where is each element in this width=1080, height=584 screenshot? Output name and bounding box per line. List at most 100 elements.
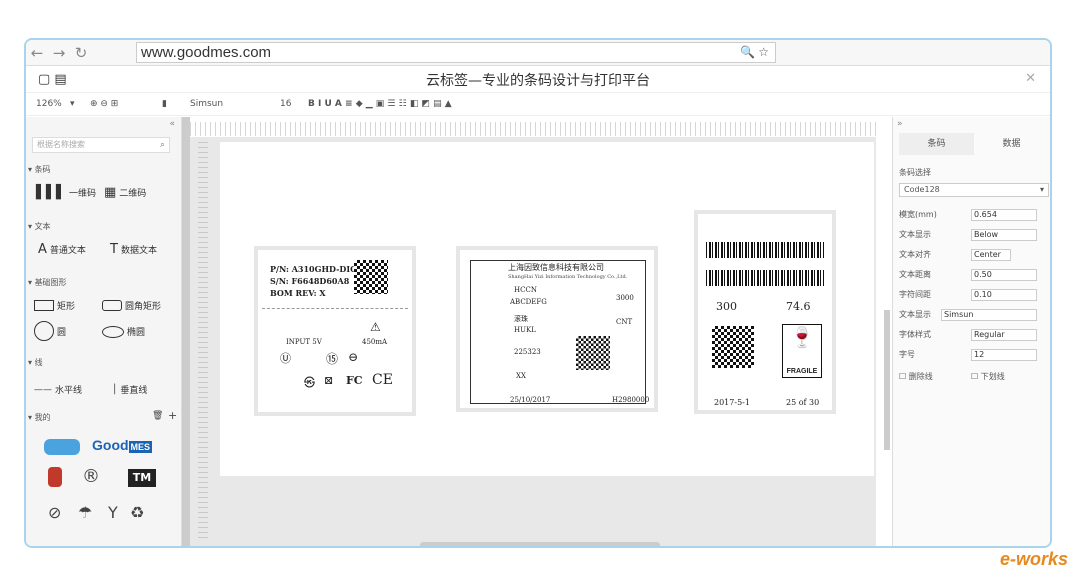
underline-checkbox[interactable]: ☐ 下划线 xyxy=(971,371,1005,382)
item-data-text[interactable]: T 数据文本 xyxy=(110,242,157,257)
format-icons[interactable]: B I U A ≡ ◆ ▁ ▣ ☰ ☷ ◧ ◩ ▤ ▲ xyxy=(308,99,452,109)
cmd: XX xyxy=(516,372,526,380)
trademark-icon[interactable]: TM xyxy=(128,469,156,487)
item-label: 圆角矩形 xyxy=(125,302,162,312)
collapse-right-icon[interactable]: » xyxy=(897,119,903,129)
item-round-rect[interactable]: 圆角矩形 xyxy=(102,299,161,312)
forward-icon[interactable]: → xyxy=(48,44,70,62)
collapse-left-icon[interactable]: « xyxy=(169,119,175,129)
save-icon[interactable]: ▢ ▤ xyxy=(38,72,67,87)
label-logistics[interactable]: 上海因致信息科技有限公司 ShangHai Yizi Information T… xyxy=(456,246,658,412)
pn-text: P/N: A310GHD-DIO xyxy=(270,264,358,274)
current-text: 450mA xyxy=(362,338,388,346)
prop-select[interactable]: 12 xyxy=(971,349,1037,361)
label-shipping[interactable]: 300 74.6 🍷 FRAGILE 2017-5-1 25 of 30 xyxy=(694,210,836,414)
delete-icon[interactable]: ▮ xyxy=(162,99,167,109)
item-ellipse[interactable]: 椭圆 xyxy=(102,325,145,338)
qty: 300 xyxy=(716,300,737,313)
umbrella-icon[interactable]: ☂ xyxy=(78,503,92,522)
prop-row: 字体样式 Regular xyxy=(899,329,1049,343)
eworks-logo: e-works xyxy=(999,549,1068,569)
ruler-left xyxy=(198,140,208,538)
prop-select[interactable]: Regular xyxy=(971,329,1037,341)
weight: 74.6 xyxy=(786,300,811,313)
item-circle[interactable]: 圆 xyxy=(34,321,66,341)
barcode-1 xyxy=(706,242,824,258)
zoom-select[interactable]: 126% xyxy=(36,99,62,109)
prop-label: 文本对齐 xyxy=(899,250,931,259)
ground-icon: ⊖ xyxy=(348,350,359,364)
close-icon[interactable]: ✕ xyxy=(1025,71,1036,86)
seal-icon[interactable] xyxy=(48,467,62,487)
copyright-icon[interactable]: ⊘ xyxy=(48,503,61,522)
section-mine[interactable]: ▾ 我的 xyxy=(28,412,51,423)
fragile-box: 🍷 FRAGILE xyxy=(782,324,822,378)
prop-input[interactable]: 0.50 xyxy=(971,269,1037,281)
fc-icon: FC xyxy=(346,374,363,387)
search-icon[interactable]: ⌕ xyxy=(160,138,165,152)
item-barcode-1d[interactable]: ▌▌▌ 一维码 xyxy=(36,185,96,200)
right-scrollbar[interactable] xyxy=(884,310,890,450)
goodmes-logo-icon[interactable]: Good MES xyxy=(92,437,153,453)
reload-icon[interactable]: ↻ xyxy=(70,44,92,62)
toolbar: 126% ▾ ⊕ ⊖ ⊞ ▮ Simsun 16 B I U A ≡ ◆ ▁ ▣… xyxy=(26,94,1050,116)
cloud-logo-icon[interactable] xyxy=(44,439,80,455)
section-barcode[interactable]: ▾ 条码 xyxy=(28,164,51,175)
count: 25 of 30 xyxy=(786,398,820,407)
item-hline[interactable]: —— 水平线 xyxy=(34,383,82,397)
round-rect-icon xyxy=(102,300,122,311)
qrcode-icon: ▦ xyxy=(104,185,117,200)
vline-icon: │ xyxy=(112,384,118,395)
left-scrollbar[interactable] xyxy=(182,117,190,546)
prop-label: 字号 xyxy=(899,350,915,359)
zoom-in-icon[interactable]: ⊕ ⊖ ⊞ xyxy=(90,99,118,109)
back-icon[interactable]: ← xyxy=(26,44,48,62)
item-rect[interactable]: 矩形 xyxy=(34,299,75,312)
prop-select[interactable]: Below xyxy=(971,229,1037,241)
prop-select[interactable]: Simsun xyxy=(941,309,1037,321)
ellipse-icon xyxy=(102,325,124,338)
supplier: CNT xyxy=(616,318,633,326)
pack-qty: 3000 xyxy=(616,294,634,302)
separator xyxy=(262,308,408,309)
section-text-label: 文本 xyxy=(34,222,51,231)
prop-label: 文本距离 xyxy=(899,270,931,279)
prop-label: 文本显示 xyxy=(899,310,931,319)
zoom-dropdown-icon[interactable]: ▾ xyxy=(70,99,75,109)
strike-checkbox[interactable]: ☐ 删除线 xyxy=(899,371,933,382)
font-size-select[interactable]: 16 xyxy=(280,99,291,109)
item-barcode-2d[interactable]: ▦ 二维码 xyxy=(104,185,146,200)
section-lines-label: 线 xyxy=(34,358,43,367)
horizontal-scrollbar[interactable] xyxy=(420,542,660,546)
zoom-star-icons[interactable]: 🔍 ☆ xyxy=(740,43,769,62)
prop-input[interactable]: 0.10 xyxy=(971,289,1037,301)
barcode-type-select[interactable]: Code128 ▾ xyxy=(899,183,1049,197)
search-input[interactable]: 根据名称搜索 ⌕ xyxy=(32,137,170,153)
properties-tabs: 条码 数据 xyxy=(899,133,1049,155)
item-label: 垂直线 xyxy=(120,386,148,396)
section-shapes-label: 基础图形 xyxy=(34,278,67,287)
url-input[interactable]: www.goodmes.com 🔍 ☆ xyxy=(136,42,776,63)
add-icon[interactable]: + xyxy=(168,409,177,422)
glass-icon[interactable]: Y xyxy=(108,503,118,522)
label-canvas[interactable]: P/N: A310GHD-DIO S/N: F6648D60A8 BOM REV… xyxy=(220,142,874,476)
section-shapes[interactable]: ▾ 基础图形 xyxy=(28,277,67,288)
lot: H2980000 xyxy=(612,396,650,404)
prop-label: 模宽(mm) xyxy=(899,210,937,219)
left-panel: « 根据名称搜索 ⌕ ▾ 条码 ▌▌▌ 一维码 ▦ 二维码 ▾ 文本 A 普通文本 T… xyxy=(26,117,182,546)
tab-data[interactable]: 数据 xyxy=(974,133,1049,155)
prop-input[interactable]: 0.654 xyxy=(971,209,1037,221)
label-electronic[interactable]: P/N: A310GHD-DIO S/N: F6648D60A8 BOM REV… xyxy=(254,246,416,416)
section-text[interactable]: ▾ 文本 xyxy=(28,221,51,232)
font-select[interactable]: Simsun xyxy=(190,99,223,109)
registered-icon[interactable]: ® xyxy=(82,466,100,487)
prop-select[interactable]: Center xyxy=(971,249,1011,261)
tab-barcode[interactable]: 条码 xyxy=(899,133,974,155)
item-vline[interactable]: │ 垂直线 xyxy=(112,383,148,397)
item-label: 二维码 xyxy=(119,189,147,199)
prop-row: 模宽(mm) 0.654 xyxy=(899,209,1049,223)
recycle-icon[interactable]: ♻ xyxy=(130,503,144,522)
item-plain-text[interactable]: A 普通文本 xyxy=(38,242,86,257)
trash-icon[interactable]: 🗑 xyxy=(152,411,163,421)
section-lines[interactable]: ▾ 线 xyxy=(28,357,43,368)
